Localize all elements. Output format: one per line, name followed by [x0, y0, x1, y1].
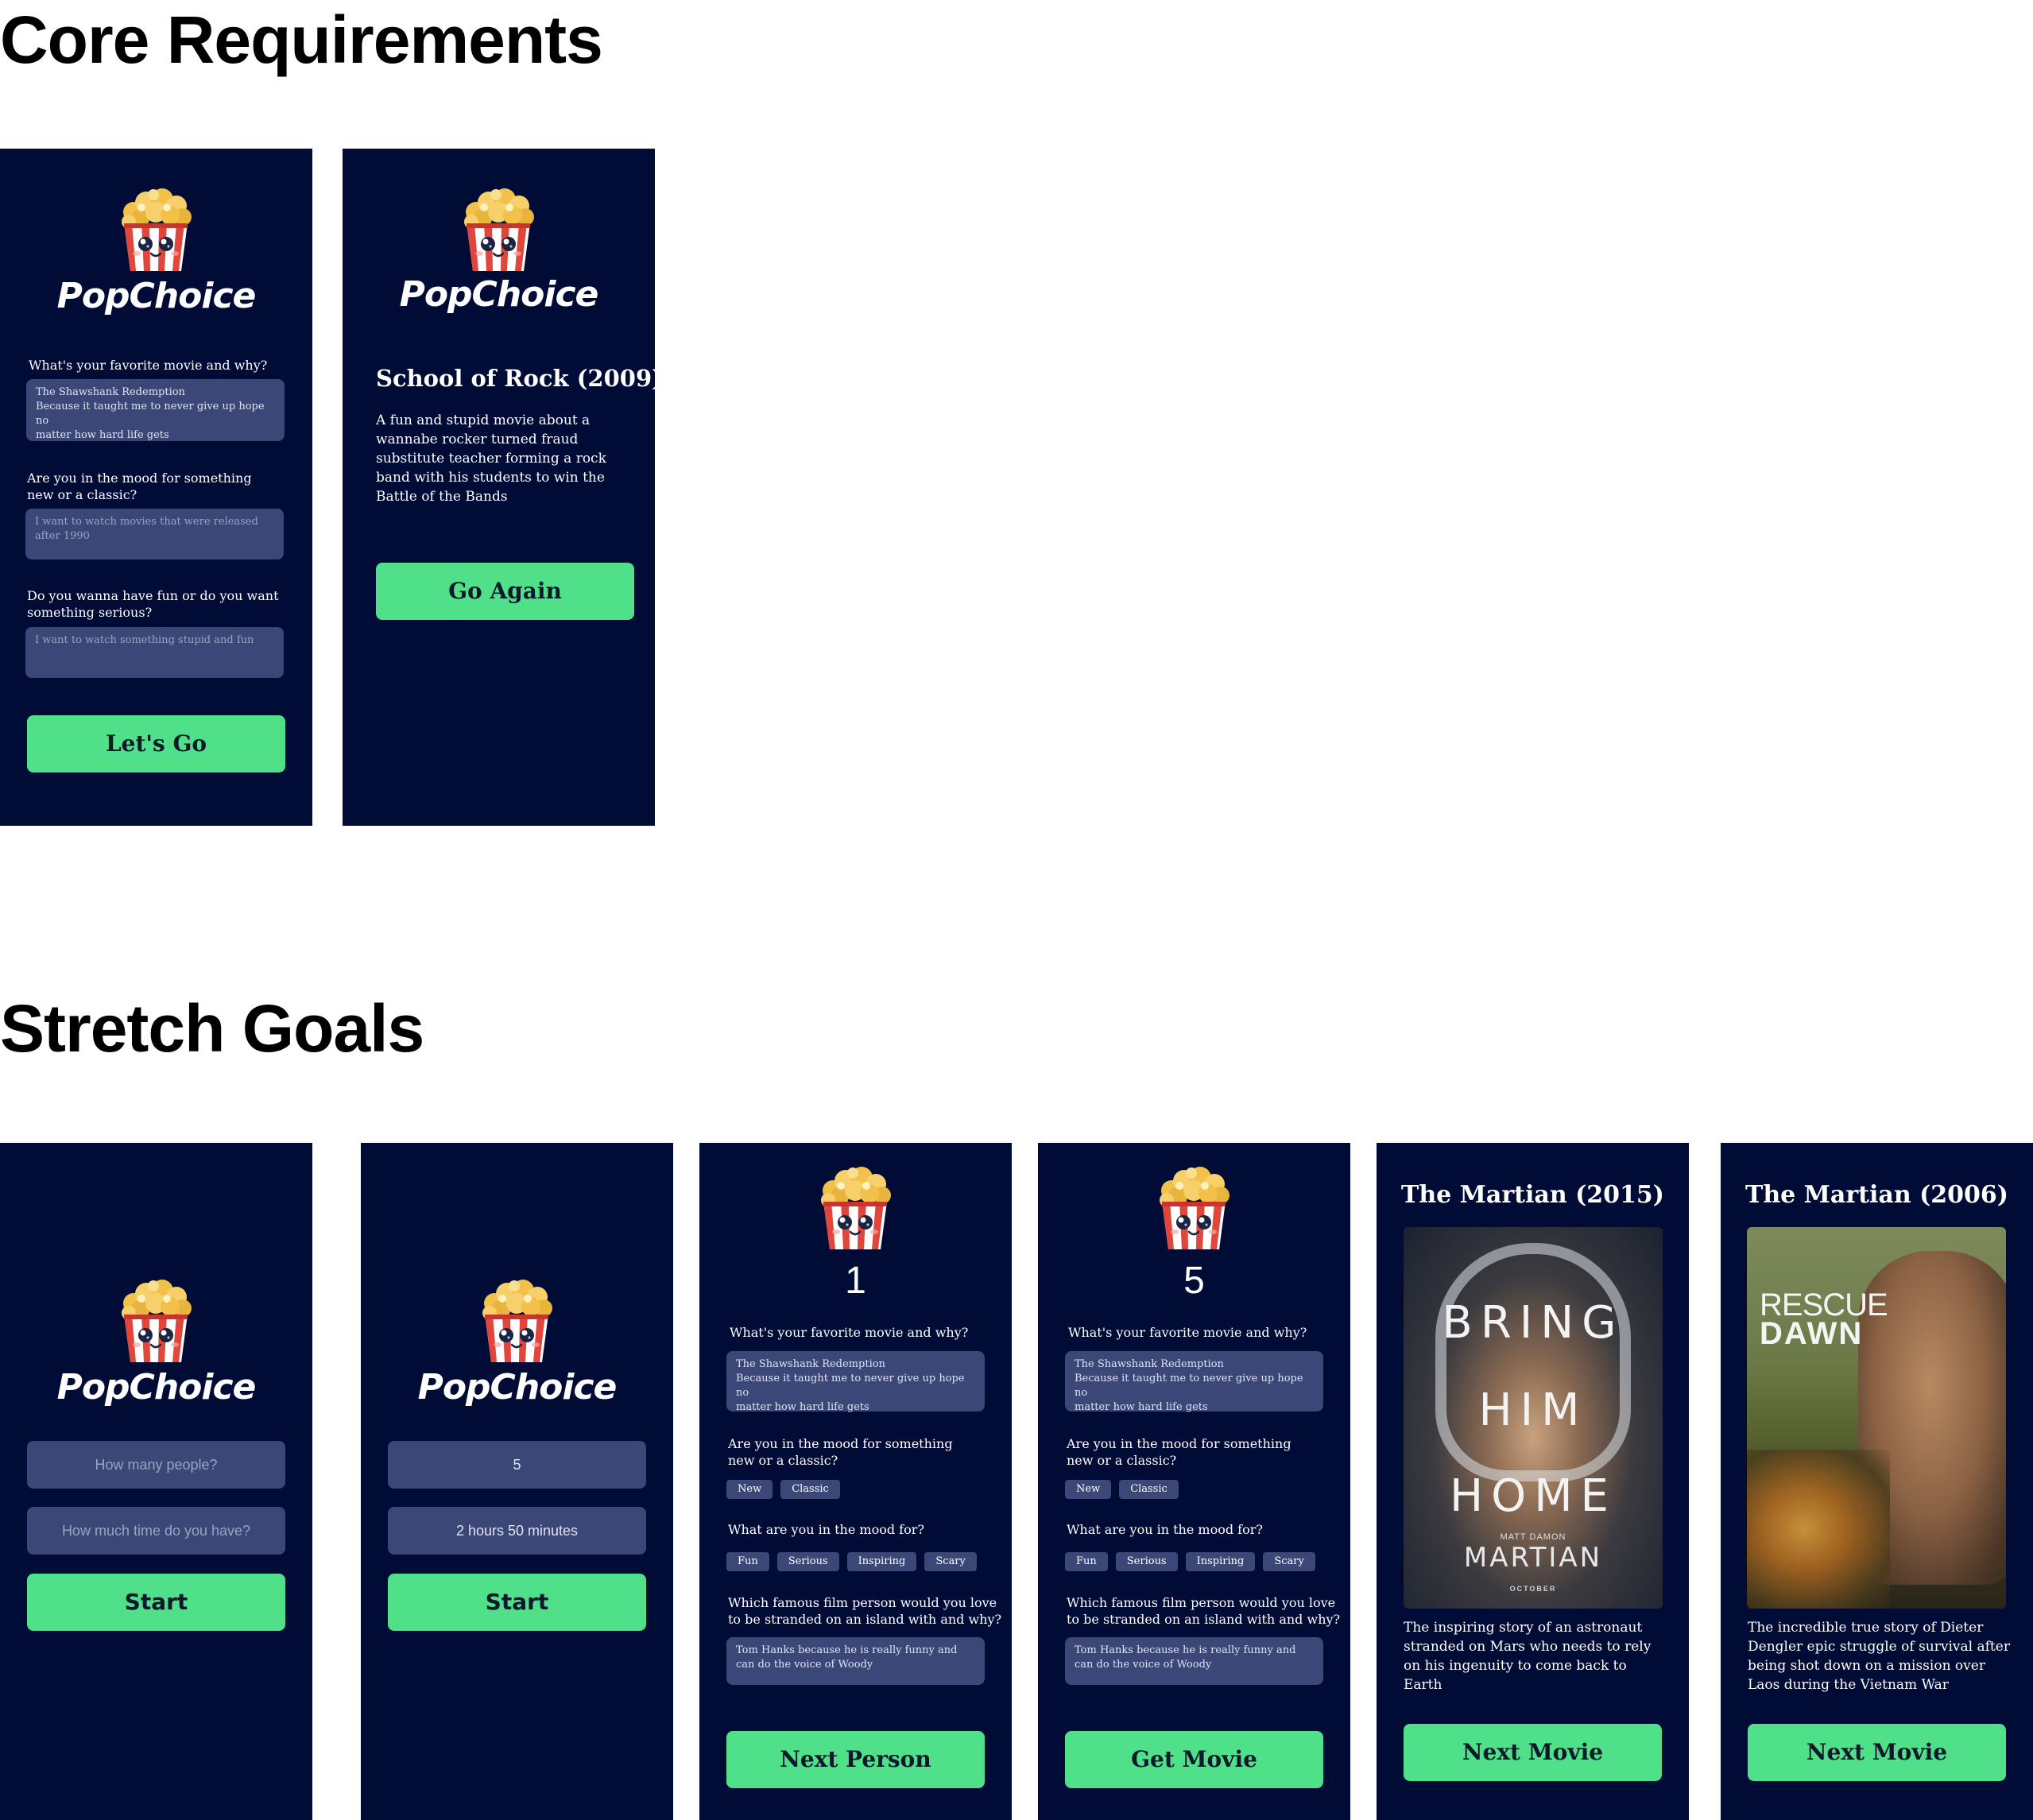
- new-or-classic-field[interactable]: I want to watch movies that were release…: [25, 509, 284, 560]
- era-options: New Classic: [726, 1480, 840, 1499]
- screen-core-result: PopChoice School of Rock (2009) A fun an…: [343, 149, 655, 826]
- mood-options: Fun Serious Inspiring Scary: [1065, 1552, 1315, 1571]
- screen-movie-first: The Martian (2015) BRING HIM HOME MATT D…: [1377, 1143, 1689, 1820]
- result-movie-title: School of Rock (2009): [376, 365, 655, 392]
- result-movie-description: A fun and stupid movie about a wannabe r…: [376, 412, 606, 505]
- popcorn-icon: [118, 1280, 194, 1364]
- popcorn-icon: [118, 188, 194, 273]
- explosion-shape: [1747, 1450, 1890, 1609]
- question-fun-or-serious: Do you wanna have fun or do you want som…: [27, 588, 279, 620]
- screen-person-first: 1 What's your favorite movie and why? Th…: [699, 1143, 1012, 1820]
- poster-actor: MATT DAMON: [1500, 1532, 1566, 1542]
- helmet-shape: [1435, 1243, 1631, 1481]
- option-scary[interactable]: Scary: [1263, 1552, 1315, 1571]
- start-button[interactable]: Start: [388, 1574, 646, 1631]
- question-favorite-movie: What's your favorite movie and why?: [29, 358, 268, 373]
- popcorn-icon: [478, 1280, 555, 1364]
- option-serious[interactable]: Serious: [776, 1552, 839, 1571]
- person-number: 1: [845, 1260, 866, 1302]
- option-fun[interactable]: Fun: [1065, 1552, 1108, 1571]
- question-new-or-classic: Are you in the mood for something new or…: [27, 470, 252, 502]
- era-options: New Classic: [1065, 1480, 1179, 1499]
- time-available-input[interactable]: 2 hours 50 minutes: [388, 1507, 646, 1555]
- poster-tagline-1: BRING: [1442, 1297, 1624, 1349]
- next-movie-button[interactable]: Next Movie: [1404, 1724, 1662, 1781]
- time-available-input[interactable]: How much time do you have?: [27, 1507, 285, 1555]
- movie-poster: BRING HIM HOME MATT DAMON MARTIAN OCTOBE…: [1404, 1227, 1663, 1609]
- movie-description: The incredible true story of Dieter Deng…: [1748, 1620, 2010, 1693]
- option-new[interactable]: New: [726, 1480, 773, 1499]
- option-serious[interactable]: Serious: [1115, 1552, 1178, 1571]
- movie-title: The Martian (2015): [1401, 1181, 1664, 1209]
- question-favorite-movie: What's your favorite movie and why?: [730, 1325, 969, 1340]
- question-mood: What are you in the mood for?: [1067, 1522, 1263, 1537]
- popcorn-icon: [817, 1167, 893, 1251]
- screen-core-input: PopChoice What's your favorite movie and…: [0, 149, 312, 826]
- screen-stretch-start-filled: PopChoice 5 2 hours 50 minutes Start: [361, 1143, 673, 1820]
- next-movie-button[interactable]: Next Movie: [1748, 1724, 2006, 1781]
- app-logo: PopChoice: [399, 274, 599, 315]
- question-island-person: Which famous film person would you love …: [728, 1595, 1002, 1627]
- option-inspiring[interactable]: Inspiring: [1185, 1552, 1256, 1571]
- favorite-movie-field[interactable]: The Shawshank Redemption Because it taug…: [26, 379, 285, 441]
- favorite-movie-field[interactable]: The Shawshank Redemption Because it taug…: [726, 1351, 985, 1413]
- poster-title: RESCUE DAWN: [1760, 1288, 1888, 1351]
- option-classic[interactable]: Classic: [1119, 1480, 1179, 1499]
- get-movie-button[interactable]: Get Movie: [1065, 1731, 1323, 1788]
- app-logo: PopChoice: [56, 1367, 257, 1408]
- start-button[interactable]: Start: [27, 1574, 285, 1631]
- question-favorite-movie: What's your favorite movie and why?: [1068, 1325, 1307, 1340]
- question-new-or-classic: Are you in the mood for something new or…: [1067, 1436, 1291, 1468]
- app-logo: PopChoice: [56, 276, 257, 316]
- poster-tagline-3: HOME: [1450, 1470, 1617, 1522]
- movie-title: The Martian (2006): [1745, 1181, 2008, 1209]
- go-again-button[interactable]: Go Again: [376, 563, 634, 620]
- popcorn-icon: [460, 188, 536, 273]
- option-inspiring[interactable]: Inspiring: [846, 1552, 917, 1571]
- next-person-button[interactable]: Next Person: [726, 1731, 985, 1788]
- people-count-input[interactable]: How many people?: [27, 1441, 285, 1489]
- question-new-or-classic: Are you in the mood for something new or…: [728, 1436, 953, 1468]
- app-logo: PopChoice: [417, 1367, 618, 1408]
- person-number: 5: [1183, 1260, 1205, 1302]
- section-title-core: Core Requirements: [0, 2, 603, 77]
- island-person-field[interactable]: Tom Hanks because he is really funny and…: [1065, 1637, 1323, 1685]
- question-island-person: Which famous film person would you love …: [1067, 1595, 1341, 1627]
- screen-stretch-start-empty: PopChoice How many people? How much time…: [0, 1143, 312, 1820]
- fun-or-serious-field[interactable]: I want to watch something stupid and fun: [25, 627, 284, 678]
- people-count-input[interactable]: 5: [388, 1441, 646, 1489]
- option-scary[interactable]: Scary: [924, 1552, 977, 1571]
- poster-tagline-2: HIM: [1478, 1384, 1588, 1436]
- poster-film-name: MARTIAN: [1463, 1542, 1603, 1574]
- movie-poster: RESCUE DAWN: [1747, 1227, 2006, 1609]
- island-person-field[interactable]: Tom Hanks because he is really funny and…: [726, 1637, 985, 1685]
- question-mood: What are you in the mood for?: [728, 1522, 924, 1537]
- screen-movie-second: The Martian (2006) RESCUE DAWN The incre…: [1721, 1143, 2033, 1820]
- popcorn-icon: [1156, 1167, 1232, 1251]
- screen-person-last: 5 What's your favorite movie and why? Th…: [1038, 1143, 1350, 1820]
- poster-release-month: OCTOBER: [1509, 1585, 1557, 1593]
- movie-description: The inspiring story of an astronaut stra…: [1404, 1620, 1652, 1693]
- option-fun[interactable]: Fun: [726, 1552, 769, 1571]
- mood-options: Fun Serious Inspiring Scary: [726, 1552, 977, 1571]
- option-classic[interactable]: Classic: [780, 1480, 840, 1499]
- lets-go-button[interactable]: Let's Go: [27, 715, 285, 773]
- section-title-stretch: Stretch Goals: [0, 991, 424, 1066]
- option-new[interactable]: New: [1065, 1480, 1112, 1499]
- favorite-movie-field[interactable]: The Shawshank Redemption Because it taug…: [1065, 1351, 1323, 1413]
